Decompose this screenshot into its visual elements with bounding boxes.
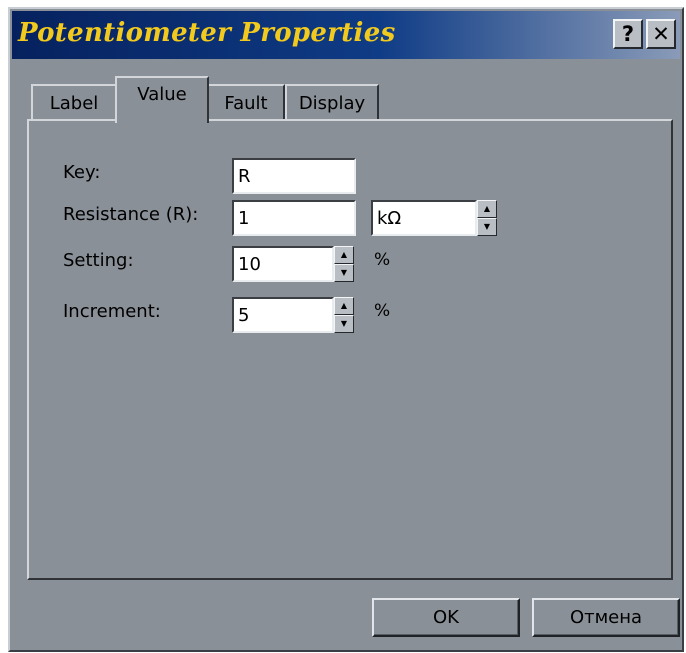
- tab-display-text: Display: [298, 92, 366, 114]
- resistance-unit-spinner[interactable]: ▲ ▼: [477, 200, 497, 236]
- spin-down-icon[interactable]: ▼: [477, 218, 497, 236]
- setting-unit: %: [374, 250, 391, 270]
- title-bar[interactable]: Potentiometer Properties ? ✕: [12, 11, 680, 59]
- increment-spinner[interactable]: ▲ ▼: [334, 297, 354, 333]
- setting-input[interactable]: 10: [232, 246, 334, 282]
- tab-value-text: Value: [137, 84, 187, 105]
- resistance-input[interactable]: 1: [232, 200, 356, 236]
- value-tab-panel: Key: R Resistance (R): 1 kΩ ▲ ▼ Setting:…: [27, 119, 673, 580]
- spin-down-icon[interactable]: ▼: [334, 264, 354, 282]
- increment-unit: %: [374, 301, 391, 321]
- resistance-label: Resistance (R):: [63, 204, 199, 225]
- spin-up-icon[interactable]: ▲: [334, 297, 354, 315]
- cancel-button-label: Отмена: [569, 607, 643, 628]
- properties-dialog: Potentiometer Properties ? ✕ Label Fault…: [8, 7, 684, 652]
- key-value: R: [238, 165, 251, 187]
- tab-fault-text: Fault: [224, 92, 268, 114]
- ok-button[interactable]: OK: [372, 598, 520, 637]
- tab-fault[interactable]: Fault: [207, 84, 285, 120]
- tab-label[interactable]: Label: [31, 84, 117, 120]
- increment-input[interactable]: 5: [232, 297, 334, 333]
- window-title: Potentiometer Properties: [18, 18, 396, 48]
- help-icon: ?: [621, 21, 635, 46]
- cancel-button[interactable]: Отмена: [532, 598, 680, 637]
- key-label: Key:: [63, 162, 101, 183]
- increment-value: 5: [238, 304, 250, 326]
- close-icon: ✕: [652, 21, 670, 46]
- setting-value: 10: [238, 253, 261, 275]
- tab-value[interactable]: Value: [115, 76, 209, 123]
- key-input[interactable]: R: [232, 158, 356, 194]
- tab-label-text: Label: [49, 92, 99, 114]
- resistance-unit-select[interactable]: kΩ: [371, 200, 477, 236]
- close-button[interactable]: ✕: [646, 19, 676, 49]
- resistance-unit-value: kΩ: [377, 207, 402, 229]
- increment-label: Increment:: [63, 301, 161, 322]
- tab-display[interactable]: Display: [285, 84, 379, 120]
- spin-down-icon[interactable]: ▼: [334, 315, 354, 333]
- help-button[interactable]: ?: [613, 19, 643, 49]
- spin-up-icon[interactable]: ▲: [477, 200, 497, 218]
- setting-spinner[interactable]: ▲ ▼: [334, 246, 354, 282]
- resistance-value: 1: [238, 207, 250, 229]
- spin-up-icon[interactable]: ▲: [334, 246, 354, 264]
- ok-button-label: OK: [433, 607, 459, 628]
- setting-label: Setting:: [63, 250, 134, 271]
